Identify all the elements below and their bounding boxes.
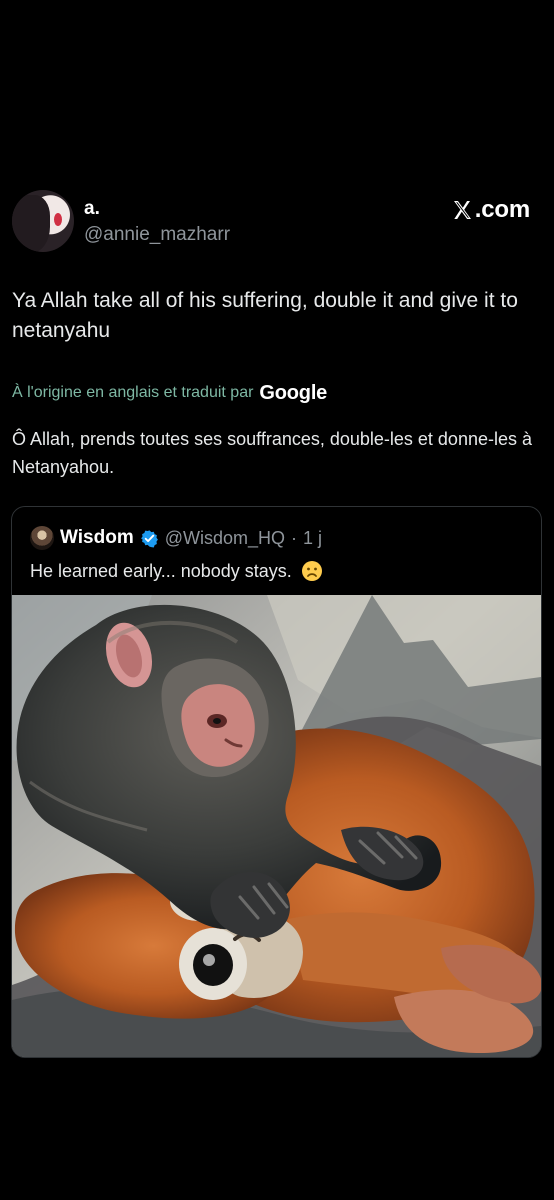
x-brand-link[interactable]: .com <box>450 196 530 224</box>
brand-domain: .com <box>474 196 530 223</box>
quote-text-line: He learned early... nobody stays. <box>30 559 324 583</box>
quoted-post-header: Wisdom @Wisdom_HQ · 1 j <box>30 524 322 552</box>
quote-text: He learned early... nobody stays. <box>30 561 292 581</box>
quote-meta-separator: · <box>291 527 298 548</box>
x-logo-icon <box>450 198 474 222</box>
author-name[interactable]: a. <box>84 198 100 220</box>
quote-timestamp[interactable]: 1 j <box>303 528 322 549</box>
verified-badge-icon <box>140 529 159 548</box>
google-translation-provider: Google <box>259 381 328 404</box>
translation-notice[interactable]: À l'origine en anglais et traduit par Go… <box>12 379 542 407</box>
quote-author-handle[interactable]: @Wisdom_HQ <box>165 528 285 549</box>
post-text: Ya Allah take all of his suffering, doub… <box>12 289 518 342</box>
profile-avatar[interactable] <box>12 190 74 252</box>
translated-post-text: Ô Allah, prends toutes ses souffrances, … <box>12 429 532 477</box>
avatar-hair-shape <box>12 195 50 252</box>
translation-label: À l'origine en anglais et traduit par <box>12 384 254 401</box>
quote-author-name[interactable]: Wisdom <box>60 527 134 549</box>
quote-avatar[interactable] <box>30 526 54 550</box>
author-handle[interactable]: @annie_mazharr <box>84 224 230 246</box>
avatar-lip-shape <box>54 213 62 226</box>
sad-face-icon <box>300 559 324 583</box>
quoted-post-card[interactable]: Wisdom @Wisdom_HQ · 1 j He learned early… <box>11 506 542 1058</box>
monkey-with-plush-orangutan-image[interactable] <box>12 595 541 1058</box>
post-header: a. @annie_mazharr .com <box>12 190 542 254</box>
